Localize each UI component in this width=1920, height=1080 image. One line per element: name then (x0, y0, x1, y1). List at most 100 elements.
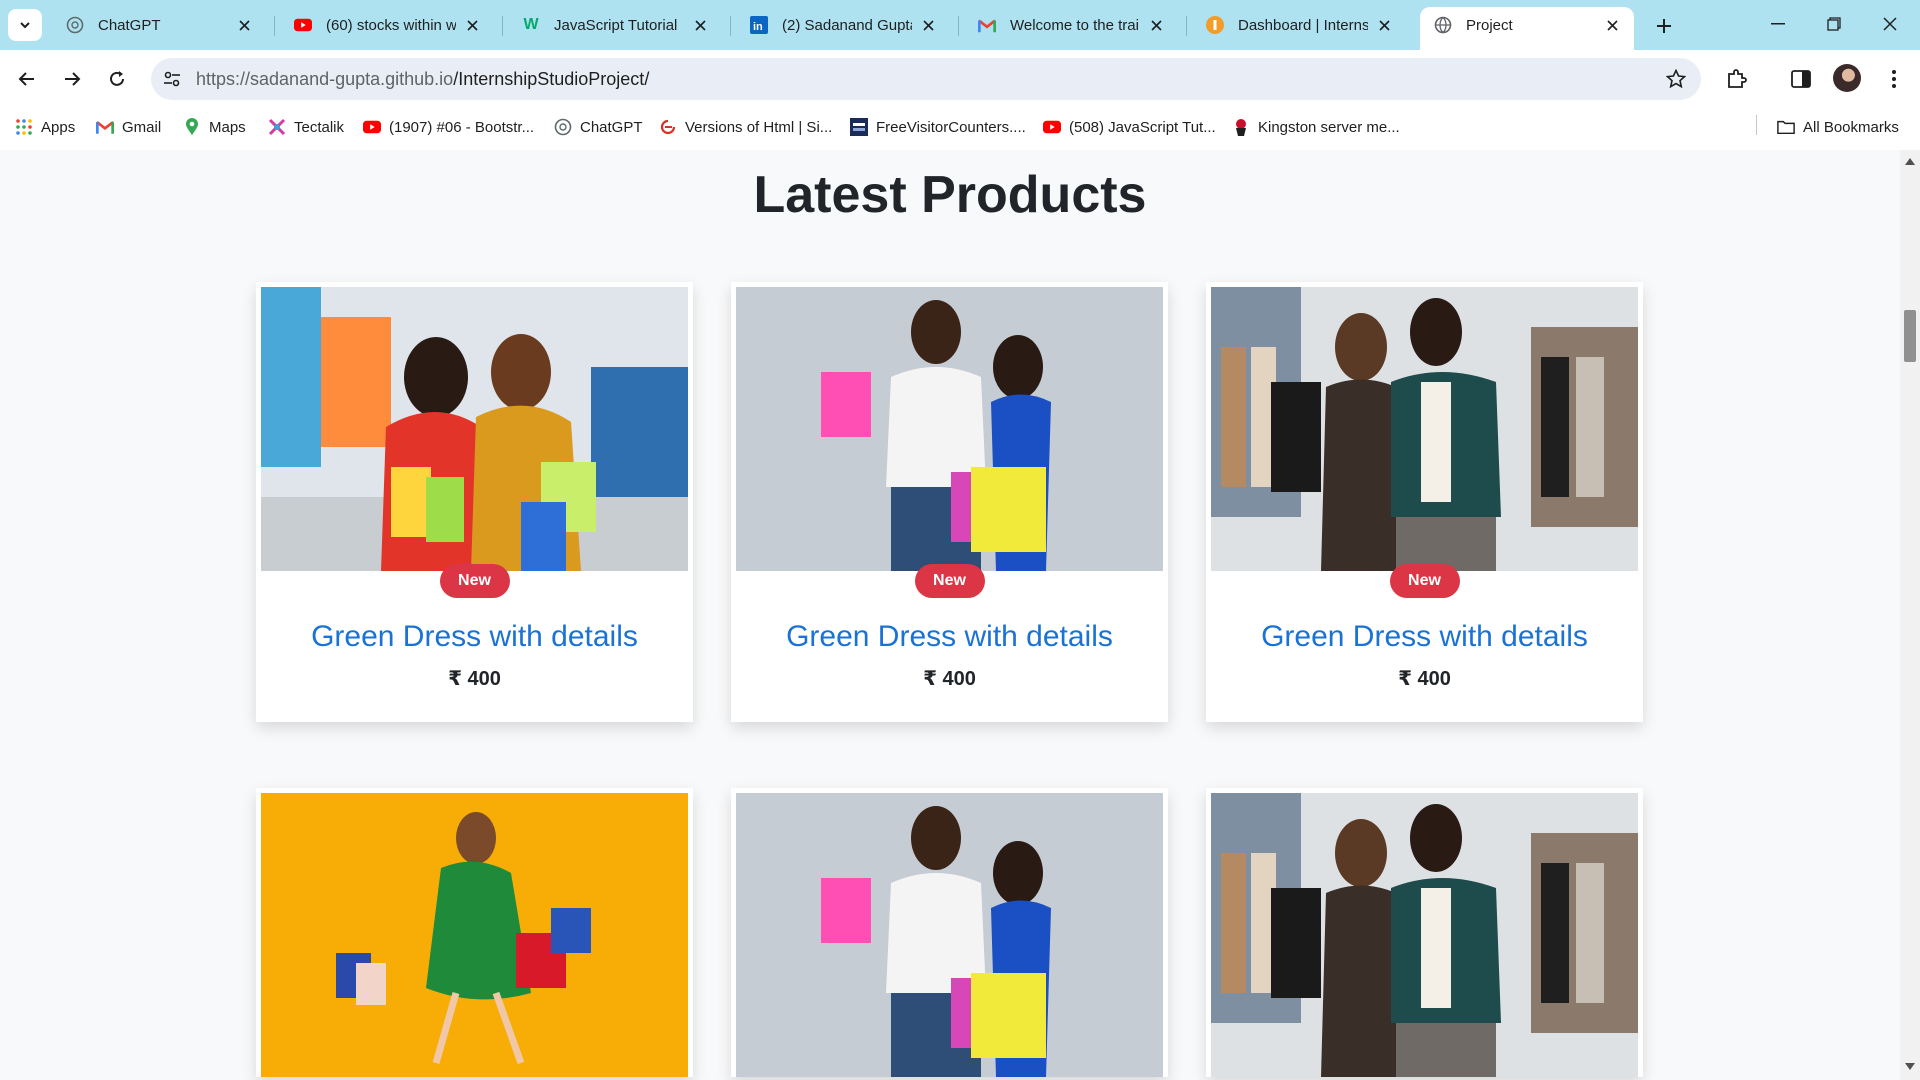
bookmark-visitor-counters[interactable]: FreeVisitorCounters.... (850, 116, 1026, 138)
minimize-button[interactable] (1750, 0, 1806, 48)
tab-title: Project (1466, 16, 1513, 34)
tab-title: Dashboard | Internsh (1238, 16, 1368, 34)
product-price: ₹ 400 (448, 668, 501, 690)
product-image (736, 793, 1163, 1077)
restore-button[interactable] (1806, 0, 1862, 48)
forward-button[interactable] (57, 64, 87, 94)
bookmark-tectalik[interactable]: Tectalik (268, 116, 344, 138)
bookmark-bootstrap-video[interactable]: (1907) #06 - Bootstr... (363, 116, 534, 138)
product-name-link[interactable]: Green Dress with details (736, 620, 1163, 654)
bookmark-gmail[interactable]: Gmail (96, 116, 161, 138)
new-tab-button[interactable] (1650, 12, 1678, 40)
bookmark-label: Gmail (122, 118, 162, 136)
menu-kebab-icon[interactable] (1880, 65, 1908, 93)
product-image (261, 287, 688, 571)
address-bar[interactable]: https://sadanand-gupta.github.io/Interns… (151, 58, 1701, 100)
close-tab-icon[interactable] (1148, 17, 1164, 33)
product-image (1211, 287, 1638, 571)
bookmark-label: Tectalik (294, 118, 345, 136)
minimize-icon (1771, 23, 1785, 25)
bookmark-label: Apps (41, 118, 76, 136)
maps-icon (183, 118, 201, 136)
bookmarks-bar: Apps Gmail Maps Tectalik (1907) #06 - Bo… (0, 107, 1920, 145)
back-button[interactable] (12, 64, 42, 94)
product-card[interactable]: New Green Dress with details ₹ 400 (1206, 282, 1643, 722)
arrow-right-icon (65, 72, 81, 86)
tab-title: (60) stocks within we (326, 16, 456, 34)
kingston-icon (1232, 118, 1250, 136)
bookmark-javascript-video[interactable]: (508) JavaScript Tut... (1043, 116, 1216, 138)
product-card[interactable] (731, 788, 1168, 1077)
product-card[interactable]: New Green Dress with details ₹ 400 (256, 282, 693, 722)
product-name-link[interactable]: Green Dress with details (261, 620, 688, 654)
scrollbar-thumb[interactable] (1904, 310, 1916, 362)
bookmark-star-icon[interactable] (1665, 68, 1687, 90)
profile-avatar[interactable] (1833, 64, 1861, 92)
restore-icon (1827, 17, 1841, 31)
all-bookmarks-button[interactable]: All Bookmarks (1777, 116, 1899, 138)
close-window-button[interactable] (1862, 0, 1918, 48)
page-content: Latest Products New Green Dress with det… (0, 150, 1900, 1080)
side-panel-icon[interactable] (1787, 65, 1815, 93)
apps-grid-icon (15, 118, 33, 136)
tab-gmail[interactable]: Welcome to the train (964, 7, 1178, 43)
new-badge: New (1389, 564, 1460, 598)
new-badge: New (439, 564, 510, 598)
product-card[interactable]: New Green Dress with details ₹ 400 (731, 282, 1168, 722)
tab-w3schools[interactable]: W JavaScript Tutorial (508, 7, 722, 43)
url-host: https://sadanand-gupta.github.io (196, 69, 454, 89)
product-image (261, 793, 688, 1077)
bookmark-label: Versions of Html | Si... (685, 118, 833, 136)
tab-chatgpt[interactable]: ChatGPT (52, 7, 266, 43)
tab-search-button[interactable] (8, 9, 42, 41)
close-tab-icon[interactable] (464, 17, 480, 33)
reload-button[interactable] (102, 64, 132, 94)
tab-youtube[interactable]: (60) stocks within we (280, 7, 494, 43)
linkedin-icon: in (750, 16, 768, 34)
tab-internshala[interactable]: Dashboard | Internsh (1192, 7, 1406, 43)
scroll-up-icon[interactable] (1905, 156, 1915, 166)
extensions-icon[interactable] (1722, 65, 1750, 93)
chevron-down-icon (20, 22, 30, 29)
youtube-icon (294, 16, 312, 34)
close-icon (1883, 17, 1897, 31)
bookmark-label: Maps (209, 118, 246, 136)
bookmark-kingston[interactable]: Kingston server me... (1232, 116, 1400, 138)
svg-text:in: in (753, 21, 763, 33)
scroll-down-icon[interactable] (1905, 1062, 1915, 1072)
bookmark-html-versions[interactable]: Versions of Html | Si... (659, 116, 832, 138)
bookmark-maps[interactable]: Maps (183, 116, 246, 138)
bookmark-chatgpt[interactable]: ChatGPT (554, 116, 643, 138)
chatgpt-icon (66, 16, 84, 34)
product-name-link[interactable]: Green Dress with details (1211, 620, 1638, 654)
tab-linkedin[interactable]: in (2) Sadanand Gupta (736, 7, 950, 43)
product-card[interactable] (256, 788, 693, 1077)
product-card[interactable] (1206, 788, 1643, 1077)
new-badge: New (914, 564, 985, 598)
site-info-icon[interactable] (162, 69, 182, 89)
youtube-icon (1043, 118, 1061, 136)
url-text[interactable]: https://sadanand-gupta.github.io/Interns… (196, 69, 649, 90)
tab-title: JavaScript Tutorial (554, 16, 678, 34)
globe-icon (1434, 16, 1452, 34)
tab-title: Welcome to the train (1010, 16, 1140, 34)
chatgpt-icon (554, 118, 572, 136)
youtube-icon (363, 118, 381, 136)
folder-icon (1777, 118, 1795, 136)
gmail-icon (978, 16, 996, 34)
close-tab-icon[interactable] (1604, 17, 1620, 33)
close-tab-icon[interactable] (920, 17, 936, 33)
product-price: ₹ 400 (923, 668, 976, 690)
gmail-icon (96, 118, 114, 136)
site-icon (659, 118, 677, 136)
close-tab-icon[interactable] (692, 17, 708, 33)
tab-title: ChatGPT (98, 16, 161, 34)
product-image (1211, 793, 1638, 1077)
toolbar: https://sadanand-gupta.github.io/Interns… (0, 50, 1920, 107)
close-tab-icon[interactable] (1376, 17, 1392, 33)
tab-project[interactable]: Project (1420, 7, 1634, 50)
bookmark-apps[interactable]: Apps (15, 116, 75, 138)
close-tab-icon[interactable] (236, 17, 252, 33)
vertical-scrollbar[interactable] (1900, 150, 1920, 1080)
tab-strip: ChatGPT (60) stocks within we W JavaScri… (0, 0, 1920, 50)
